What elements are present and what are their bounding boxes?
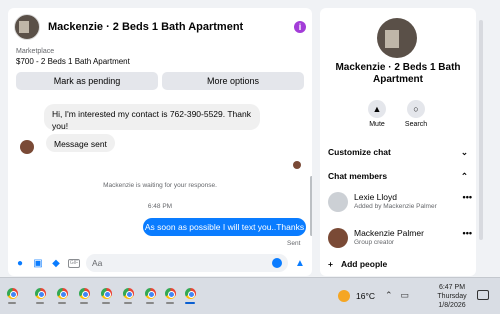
taskbar-chrome-window[interactable] [140, 286, 160, 306]
more-icon[interactable]: ••• [463, 192, 472, 202]
messenger-app: Mackenzie · 2 Beds 1 Bath Apartment i Ma… [0, 0, 500, 277]
sender-avatar[interactable] [20, 140, 34, 154]
member-avatar [328, 192, 348, 212]
taskbar-chrome-window-active[interactable] [180, 286, 200, 306]
composer: ● ▣ ◆ GIF Aa ▲ [8, 250, 312, 276]
taskbar-chrome-window[interactable] [96, 286, 116, 306]
clock[interactable]: 6:47 PM Thursday 1/8/2026 [432, 283, 472, 310]
mark-pending-button[interactable]: Mark as pending [16, 72, 158, 90]
listing-image [377, 18, 417, 58]
customize-label: Customize chat [328, 147, 391, 157]
taskbar-chrome-window[interactable] [74, 286, 94, 306]
add-people-button[interactable]: + Add people [328, 259, 387, 269]
more-options-button[interactable]: More options [162, 72, 304, 90]
taskbar-chrome-window[interactable] [160, 286, 180, 306]
chrome-icon [122, 288, 134, 299]
member-row[interactable]: Mackenzie Palmer Group creator ••• [328, 228, 472, 248]
page-scrollbar[interactable] [479, 20, 483, 240]
outgoing-message: As soon as possible I will text you..Tha… [143, 218, 306, 236]
chrome-icon [56, 288, 68, 299]
listing-price[interactable]: $700 - 2 Beds 1 Bath Apartment [16, 57, 304, 66]
clock-date: 1/8/2026 [438, 302, 466, 309]
member-name: Lexie Lloyd [354, 192, 398, 202]
member-avatar [328, 228, 348, 248]
taskbar-chrome-window[interactable] [30, 286, 50, 306]
chevron-up-icon[interactable]: ⌃ [385, 290, 393, 301]
mute-label: Mute [369, 121, 385, 128]
sticker-icon[interactable]: ◆ [50, 257, 62, 269]
chrome-icon [78, 288, 90, 299]
chat-members-section[interactable]: Chat members ⌃ [328, 171, 468, 182]
customize-chat-section[interactable]: Customize chat ⌄ [328, 147, 468, 158]
details-panel: Mackenzie · 2 Beds 1 Bath Apartment ▲ Mu… [320, 8, 476, 276]
weather-icon [338, 290, 350, 302]
clock-time: 6:47 PM [438, 284, 466, 291]
temperature: 16°C [356, 291, 375, 301]
add-people-label: Add people [340, 259, 388, 269]
members-label: Chat members [328, 171, 388, 181]
chrome-icon [164, 288, 176, 299]
incoming-message: Message sent [46, 134, 115, 152]
taskbar-chrome-window[interactable] [2, 286, 22, 306]
chrome-icon [100, 288, 112, 299]
more-icon[interactable]: ••• [463, 228, 472, 238]
marketplace-label: Marketplace [16, 48, 55, 55]
taskbar-chrome-window[interactable] [118, 286, 138, 306]
clock-day: Thursday [437, 293, 467, 300]
waiting-note: Mackenzie is waiting for your response. [103, 182, 217, 189]
chevron-down-icon: ⌄ [460, 147, 468, 157]
taskbar: 16°C ⌃ ▭ 6:47 PM Thursday 1/8/2026 [0, 277, 500, 314]
weather-widget[interactable]: 16°C [338, 290, 375, 302]
member-subtitle: Group creator [354, 239, 395, 246]
image-icon[interactable]: ▣ [32, 257, 44, 269]
message-placeholder: Aa [92, 258, 103, 268]
chat-panel: Mackenzie · 2 Beds 1 Bath Apartment i Ma… [8, 8, 312, 276]
chrome-icon [184, 288, 196, 299]
system-tray: ⌃ ▭ [385, 290, 409, 301]
search-icon: ○ [407, 100, 425, 118]
chat-header: Mackenzie · 2 Beds 1 Bath Apartment i [8, 8, 312, 46]
notification-icon[interactable] [477, 290, 489, 300]
emoji-icon[interactable] [272, 258, 282, 268]
member-name: Mackenzie Palmer [354, 228, 424, 238]
mute-button[interactable]: ▲ Mute [357, 100, 397, 128]
listing-avatar[interactable] [14, 14, 40, 40]
member-row[interactable]: Lexie Lloyd Added by Mackenzie Palmer ••… [328, 192, 472, 212]
incoming-message: Hi, I'm interested my contact is 762-390… [44, 104, 260, 131]
member-subtitle: Added by Mackenzie Palmer [354, 203, 437, 210]
chat-scrollbar[interactable] [310, 176, 312, 236]
seen-avatar [293, 161, 301, 169]
bell-icon: ▲ [368, 100, 386, 118]
taskbar-chrome-window[interactable] [52, 286, 72, 306]
like-icon[interactable]: ▲ [294, 257, 306, 269]
microphone-icon[interactable]: ● [14, 257, 26, 269]
details-title: Mackenzie · 2 Beds 1 Bath Apartment [335, 62, 461, 85]
message-list: Hi, I'm interested my contact is 762-390… [8, 104, 312, 250]
chevron-up-icon: ⌃ [460, 171, 468, 181]
info-icon[interactable]: i [294, 21, 306, 33]
marketplace-banner: Marketplace $700 - 2 Beds 1 Bath Apartme… [8, 48, 312, 104]
message-timestamp: 6:48 PM [147, 203, 173, 210]
chat-title[interactable]: Mackenzie · 2 Beds 1 Bath Apartment [48, 21, 294, 33]
monitor-icon[interactable]: ▭ [401, 290, 410, 301]
chrome-icon [6, 288, 18, 299]
search-button[interactable]: ○ Search [396, 100, 436, 128]
sent-status: Sent [287, 240, 301, 247]
add-person-icon: + [328, 259, 333, 269]
chrome-icon [144, 288, 156, 299]
chrome-icon [34, 288, 46, 299]
message-input[interactable]: Aa [86, 254, 288, 272]
search-label: Search [404, 121, 428, 128]
gif-icon[interactable]: GIF [68, 258, 80, 268]
